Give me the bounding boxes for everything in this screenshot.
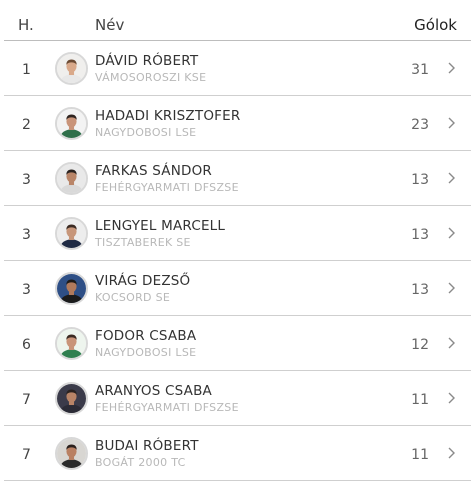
player-name: BUDAI RÓBERT — [95, 438, 199, 454]
player-name: HADADI KRISZTOFER — [95, 108, 241, 124]
row-rank: 2 — [22, 117, 31, 133]
table-row[interactable]: 7 ARANYOS CSABA FEHÉRGYARMATI DFSZSE 11 — [4, 371, 471, 426]
table-row[interactable]: 3 LENGYEL MARCELL TISZTABEREK SE 13 — [4, 206, 471, 261]
player-club: TISZTABEREK SE — [95, 236, 191, 249]
player-photo-icon — [57, 274, 86, 303]
header-goals: Gólok — [414, 16, 457, 34]
row-rank: 3 — [22, 227, 31, 243]
player-name: FODOR CSABA — [95, 328, 197, 344]
player-avatar — [55, 217, 88, 250]
player-avatar — [55, 52, 88, 85]
chevron-right-icon[interactable] — [446, 336, 456, 350]
player-goals: 13 — [411, 227, 429, 243]
table-row[interactable]: 2 HADADI KRISZTOFER NAGYDOBOSI LSE 23 — [4, 96, 471, 151]
table-row[interactable]: 3 FARKAS SÁNDOR FEHÉRGYARMATI DFSZSE 13 — [4, 151, 471, 206]
chevron-right-icon[interactable] — [446, 391, 456, 405]
player-club: BOGÁT 2000 TC — [95, 456, 186, 469]
chevron-right-icon[interactable] — [446, 446, 456, 460]
table-row[interactable]: 6 FODOR CSABA NAGYDOBOSI LSE 12 — [4, 316, 471, 371]
chevron-right-icon[interactable] — [446, 226, 456, 240]
player-avatar — [55, 272, 88, 305]
chevron-right-icon[interactable] — [446, 61, 456, 75]
player-goals: 23 — [411, 117, 429, 133]
player-photo-icon — [57, 384, 86, 413]
player-avatar — [55, 382, 88, 415]
player-name: VIRÁG DEZSŐ — [95, 273, 191, 289]
player-photo-icon — [57, 439, 86, 468]
row-rank: 3 — [22, 282, 31, 298]
player-avatar — [55, 327, 88, 360]
player-club: FEHÉRGYARMATI DFSZSE — [95, 401, 239, 414]
row-rank: 1 — [22, 62, 31, 78]
player-name: FARKAS SÁNDOR — [95, 163, 213, 179]
table-body: 1 DÁVID RÓBERT VÁMOSOROSZI KSE 31 2 HADA… — [4, 41, 471, 481]
player-club: NAGYDOBOSI LSE — [95, 346, 197, 359]
row-rank: 7 — [22, 447, 31, 463]
player-name: ARANYOS CSABA — [95, 383, 212, 399]
player-photo-icon — [57, 164, 86, 193]
table-header: H. Név Gólok — [4, 0, 471, 41]
player-goals: 12 — [411, 337, 429, 353]
player-club: KOCSORD SE — [95, 291, 171, 304]
player-photo-icon — [57, 329, 86, 358]
chevron-right-icon[interactable] — [446, 116, 456, 130]
table-row[interactable]: 1 DÁVID RÓBERT VÁMOSOROSZI KSE 31 — [4, 41, 471, 96]
player-avatar — [55, 437, 88, 470]
row-rank: 7 — [22, 392, 31, 408]
player-club: FEHÉRGYARMATI DFSZSE — [95, 181, 239, 194]
player-goals: 31 — [411, 62, 429, 78]
header-name: Név — [95, 16, 125, 34]
player-club: VÁMOSOROSZI KSE — [95, 71, 207, 84]
chevron-right-icon[interactable] — [446, 281, 456, 295]
player-photo-icon — [57, 219, 86, 248]
goalscorer-table: H. Név Gólok 1 DÁVID RÓBERT VÁMOSOROSZI … — [4, 0, 471, 481]
player-avatar — [55, 162, 88, 195]
player-goals: 13 — [411, 282, 429, 298]
table-row[interactable]: 7 BUDAI RÓBERT BOGÁT 2000 TC 11 — [4, 426, 471, 481]
player-photo-icon — [57, 109, 86, 138]
player-photo-icon — [57, 54, 86, 83]
table-row[interactable]: 3 VIRÁG DEZSŐ KOCSORD SE 13 — [4, 261, 471, 316]
player-goals: 11 — [411, 392, 429, 408]
player-goals: 13 — [411, 172, 429, 188]
player-name: DÁVID RÓBERT — [95, 53, 199, 69]
row-rank: 3 — [22, 172, 31, 188]
row-rank: 6 — [22, 337, 31, 353]
chevron-right-icon[interactable] — [446, 171, 456, 185]
player-name: LENGYEL MARCELL — [95, 218, 226, 234]
player-goals: 11 — [411, 447, 429, 463]
header-rank: H. — [18, 16, 34, 34]
player-club: NAGYDOBOSI LSE — [95, 126, 197, 139]
player-avatar — [55, 107, 88, 140]
